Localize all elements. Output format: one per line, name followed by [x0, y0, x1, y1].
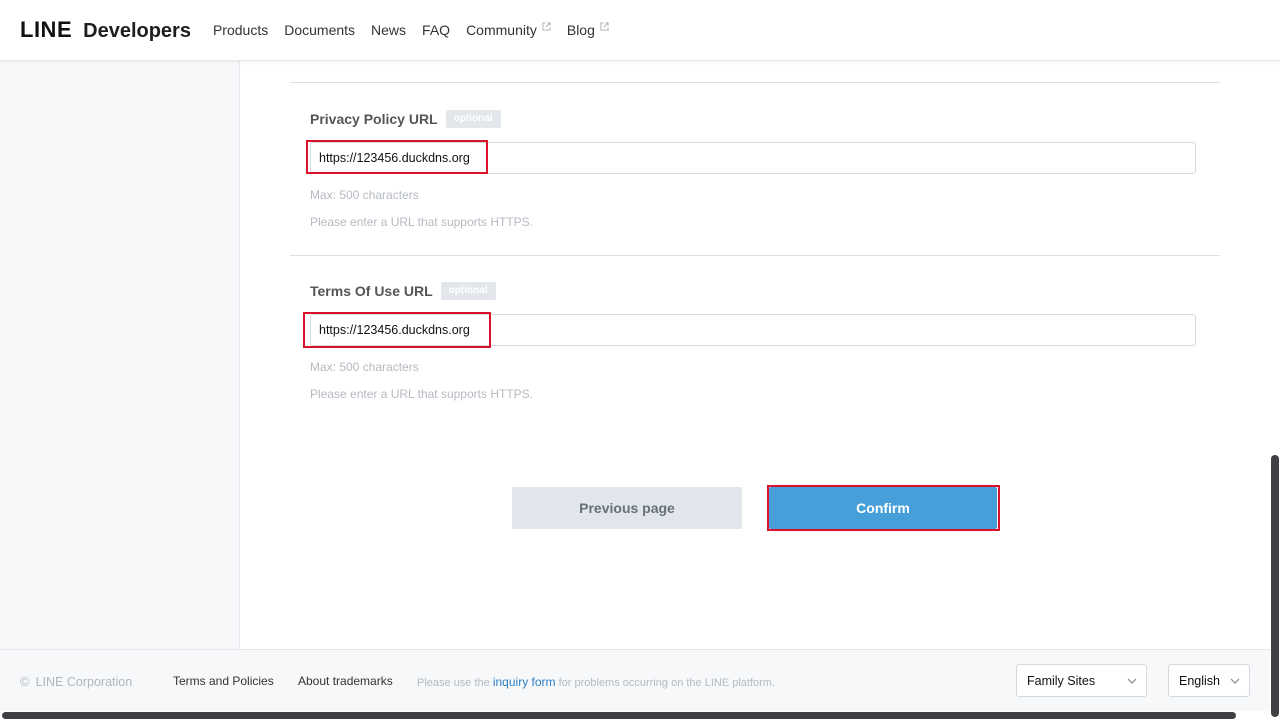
nav-documents[interactable]: Documents [284, 22, 355, 38]
nav-label: Documents [284, 22, 356, 38]
nav-community[interactable]: Community [466, 21, 551, 38]
footer: © LINE Corporation Terms and Policies Ab… [0, 649, 1270, 711]
copyright-text: LINE Corporation [35, 674, 133, 689]
terms-max-help: Max: 500 characters [310, 360, 419, 374]
logo-line-text: LINE [20, 17, 73, 42]
optional-badge: optional [440, 282, 496, 300]
inquiry-form-link[interactable]: inquiry form [493, 675, 556, 689]
label-text: Terms Of Use URL [310, 283, 433, 299]
optional-badge: optional [445, 110, 501, 128]
note-suffix: for problems occurring on the LINE platf… [555, 677, 776, 689]
line-developers-logo[interactable]: LINE Developers [20, 17, 191, 43]
section-divider [290, 82, 1220, 83]
sidebar [0, 61, 240, 649]
copyright-icon: © [20, 674, 30, 689]
chevron-down-icon [1127, 678, 1137, 684]
chevron-down-icon [1230, 678, 1240, 684]
copyright: © LINE Corporation [20, 674, 132, 689]
external-link-icon [600, 21, 609, 31]
nav-news[interactable]: News [371, 22, 406, 38]
section-divider [290, 255, 1220, 256]
nav-label: News [371, 22, 407, 38]
terms-of-use-label: Terms Of Use URL optional [310, 282, 496, 300]
inquiry-note: Please use the inquiry form for problems… [417, 675, 775, 689]
horizontal-scrollbar-thumb[interactable] [2, 712, 1236, 719]
note-prefix: Please use the [417, 677, 493, 689]
nav-products[interactable]: Products [213, 22, 268, 38]
nav-blog[interactable]: Blog [566, 21, 609, 38]
terms-of-use-url-input[interactable] [310, 314, 1196, 346]
vertical-scrollbar-thumb[interactable] [1271, 455, 1279, 717]
external-link-icon [542, 21, 551, 31]
logo-developers-text: Developers [83, 20, 191, 42]
language-value: English [1179, 673, 1220, 688]
about-trademarks-link[interactable]: About trademarks [298, 674, 393, 688]
language-select[interactable]: English [1168, 664, 1250, 697]
privacy-policy-label: Privacy Policy URL optional [310, 110, 501, 128]
nav-label: Community [466, 22, 537, 38]
top-header: LINE Developers Products Documents News … [0, 0, 1280, 61]
privacy-max-help: Max: 500 characters [310, 188, 419, 202]
family-sites-select[interactable]: Family Sites [1016, 664, 1147, 697]
confirm-button[interactable]: Confirm [769, 487, 997, 529]
privacy-policy-url-input[interactable] [310, 142, 1196, 174]
terms-https-help: Please enter a URL that supports HTTPS. [310, 387, 533, 401]
nav-label: Products [212, 22, 269, 38]
nav-label: Blog [566, 22, 595, 38]
main-nav: Products Documents News FAQ Community Bl… [213, 21, 625, 38]
previous-page-button[interactable]: Previous page [512, 487, 742, 529]
privacy-https-help: Please enter a URL that supports HTTPS. [310, 215, 533, 229]
nav-faq[interactable]: FAQ [422, 22, 450, 38]
family-sites-value: Family Sites [1027, 673, 1096, 688]
label-text: Privacy Policy URL [310, 111, 438, 127]
nav-label: FAQ [422, 22, 451, 38]
main-content: Privacy Policy URL optional Max: 500 cha… [240, 61, 1270, 649]
terms-and-policies-link[interactable]: Terms and Policies [173, 674, 274, 688]
